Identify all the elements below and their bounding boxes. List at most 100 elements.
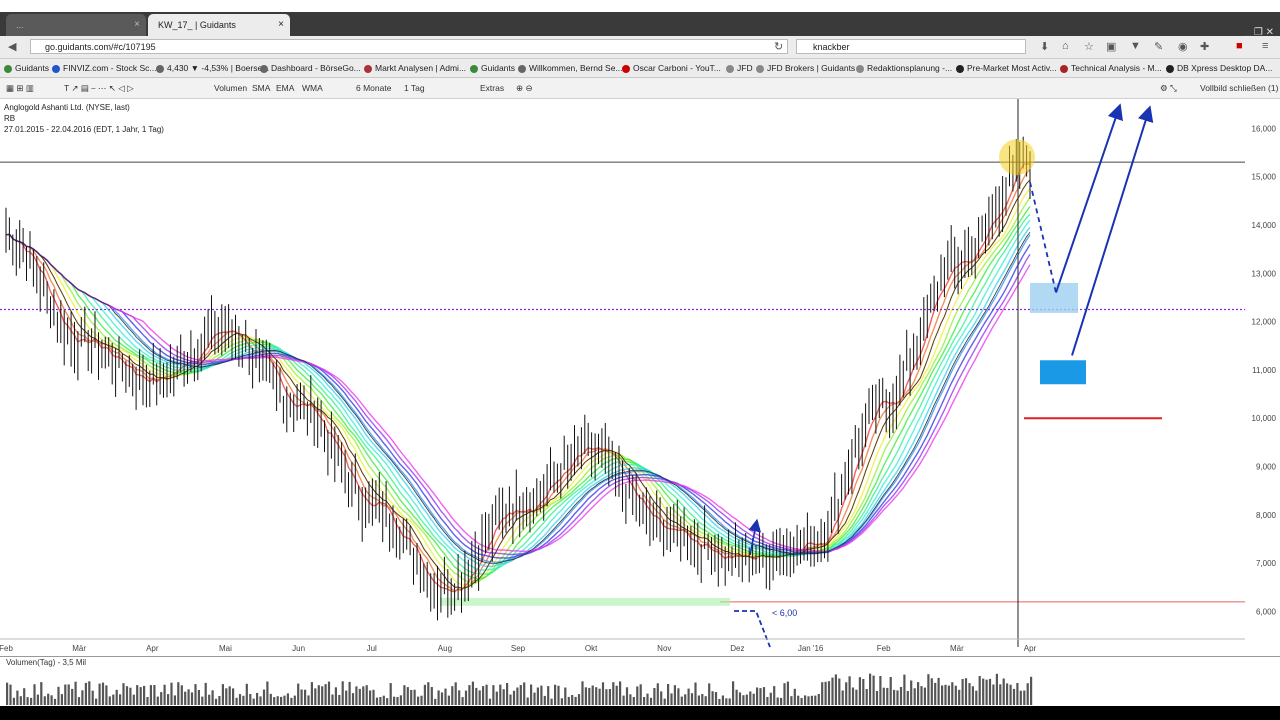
volume-bar [533, 692, 536, 705]
bookmark-item[interactable]: Technical Analysis - M... [1060, 59, 1162, 77]
home-icon[interactable]: ⌂ [1062, 40, 1069, 52]
volume-bar [396, 697, 399, 705]
volume-bar [242, 695, 245, 705]
toolbar-wma[interactable]: WMA [302, 78, 323, 98]
bookmark-item[interactable]: Guidants [470, 59, 515, 77]
bookmark-item[interactable]: Dashboard - BörseGo... [260, 59, 361, 77]
volume-bar [872, 675, 875, 705]
volume-bar [81, 690, 84, 705]
bookmark-item[interactable]: Pre-Market Most Activ... [956, 59, 1057, 77]
toolbar-volumen[interactable]: Volumen [214, 78, 247, 98]
bookmark-item[interactable]: Guidants [4, 59, 49, 77]
volume-bar [197, 690, 200, 705]
puzzle-icon[interactable]: ✚ [1200, 40, 1209, 53]
bookmark-item[interactable]: Markt Analysen | Admi... [364, 59, 466, 77]
x-axis: Feb Mär Apr Mai Jun Jul Aug Sep Okt Nov Dez Jan '16… [0, 638, 1245, 653]
toolbar-period[interactable]: 6 Monate [356, 78, 391, 98]
volume-bar [33, 684, 36, 705]
volume-bar [115, 689, 118, 705]
volume-bar [670, 693, 673, 705]
up-arrow-2 [1071, 105, 1154, 356]
volume-bars [6, 673, 1033, 705]
bookmark-item[interactable]: 4,430 ▼ -4,53% | Boerse... [156, 59, 269, 77]
reload-icon[interactable]: ↻ [774, 40, 783, 53]
crosshair-tool-icon[interactable]: ▦ ⊞ ▥ [6, 78, 34, 98]
back-icon[interactable]: ◀ [8, 40, 16, 53]
volume-bar [601, 682, 605, 705]
volume-bar [310, 682, 313, 705]
volume-bar [886, 687, 889, 705]
volume-bar [1002, 678, 1005, 705]
bookmark-item[interactable]: FINVIZ.com - Stock Sc... [52, 59, 157, 77]
x-tick-label: Jan '16 [798, 644, 824, 653]
tab-inactive[interactable]: ... × [6, 14, 146, 36]
volume-bar [821, 682, 824, 705]
volume-bar [584, 687, 587, 705]
volume-bar [793, 688, 796, 705]
toolbar-ema[interactable]: EMA [276, 78, 294, 98]
bookmark-item[interactable]: Redaktionsplanung -... [856, 59, 952, 77]
volume-bar [259, 696, 262, 705]
volume-bar [184, 691, 187, 705]
toolbar-sma[interactable]: SMA [252, 78, 270, 98]
sync-icon[interactable]: ◉ [1178, 40, 1188, 53]
volume-bar [605, 689, 608, 705]
volume-bar [12, 697, 15, 705]
volume-bar [249, 694, 252, 705]
volume-bar [944, 684, 947, 705]
volume-label: Volumen(Tag) - 3,5 Mil [6, 658, 87, 667]
toolbar-interval[interactable]: 1 Tag [404, 78, 425, 98]
volume-bar [964, 678, 968, 705]
bookmark-item[interactable]: JFD [726, 59, 753, 77]
clipboard-icon[interactable]: ▣ [1106, 40, 1116, 53]
volume-bar [74, 681, 77, 705]
volume-bar [591, 685, 594, 705]
volume-bar [917, 682, 920, 705]
volume-bar [608, 689, 611, 705]
volume-bar [910, 680, 913, 705]
close-icon[interactable]: × [278, 14, 284, 36]
addon-icon[interactable]: ✎ [1154, 40, 1163, 53]
search-input[interactable]: knackber [796, 39, 1026, 54]
fullscreen-close-button[interactable]: Vollbild schließen (1) [1200, 78, 1278, 98]
close-icon[interactable]: × [134, 14, 140, 36]
volume-bar [386, 698, 389, 705]
volume-bar [711, 691, 714, 705]
download-icon[interactable]: ⬇ [1040, 40, 1049, 53]
bookmark-item[interactable]: DB Xpress Desktop DA... [1166, 59, 1272, 77]
bookmark-item[interactable]: Oscar Carboni - YouT... [622, 59, 721, 77]
zoom-icon[interactable]: ⊕ ⊖ [516, 78, 533, 98]
x-tick-label: Apr [1024, 644, 1037, 653]
bookmark-item[interactable]: Willkommen, Bernd Se... [518, 59, 623, 77]
target-box-dark [1040, 360, 1086, 385]
tab-active[interactable]: KW_17_ | Guidants × [148, 14, 290, 36]
bookmark-item[interactable]: JFD Brokers | Guidants [756, 59, 855, 77]
x-tick-label: Aug [438, 644, 452, 653]
bookmarks-bar: Guidants FINVIZ.com - Stock Sc... 4,430 … [0, 59, 1280, 78]
volume-bar [790, 696, 793, 705]
price-chart[interactable]: Feb Mär Apr Mai Jun Jul Aug Sep Okt Nov Dez Jan '16… [0, 99, 1280, 656]
volume-bar [129, 687, 132, 705]
settings-icon[interactable]: ⚙ ⤡ [1160, 78, 1177, 98]
x-tick-label: Okt [585, 644, 598, 653]
menu-icon[interactable]: ≡ [1262, 40, 1268, 52]
url-bar[interactable]: go.guidants.com/#c/107195 [30, 39, 788, 54]
extension-icon[interactable]: ■ [1236, 40, 1243, 52]
star-icon[interactable]: ☆ [1084, 40, 1094, 53]
volume-bar [471, 681, 474, 705]
volume-bar [406, 687, 409, 705]
volume-bar [235, 697, 238, 705]
toolbar-extras[interactable]: Extras [480, 78, 504, 98]
volume-bar [314, 688, 317, 705]
volume-bar [947, 685, 950, 705]
volume-bar [732, 681, 735, 705]
volume-bar [800, 698, 803, 705]
volume-bar [495, 691, 498, 705]
volume-bar [468, 685, 471, 705]
volume-bar [667, 684, 670, 705]
drawing-tools-icon[interactable]: T ↗ ▤ ⎯ ⋯ ↖ ◁ ▷ [64, 78, 134, 98]
pocket-icon[interactable]: ▼ [1130, 40, 1141, 52]
volume-bar [615, 685, 618, 705]
volume-bar [752, 693, 755, 705]
volume-bar [427, 682, 430, 705]
